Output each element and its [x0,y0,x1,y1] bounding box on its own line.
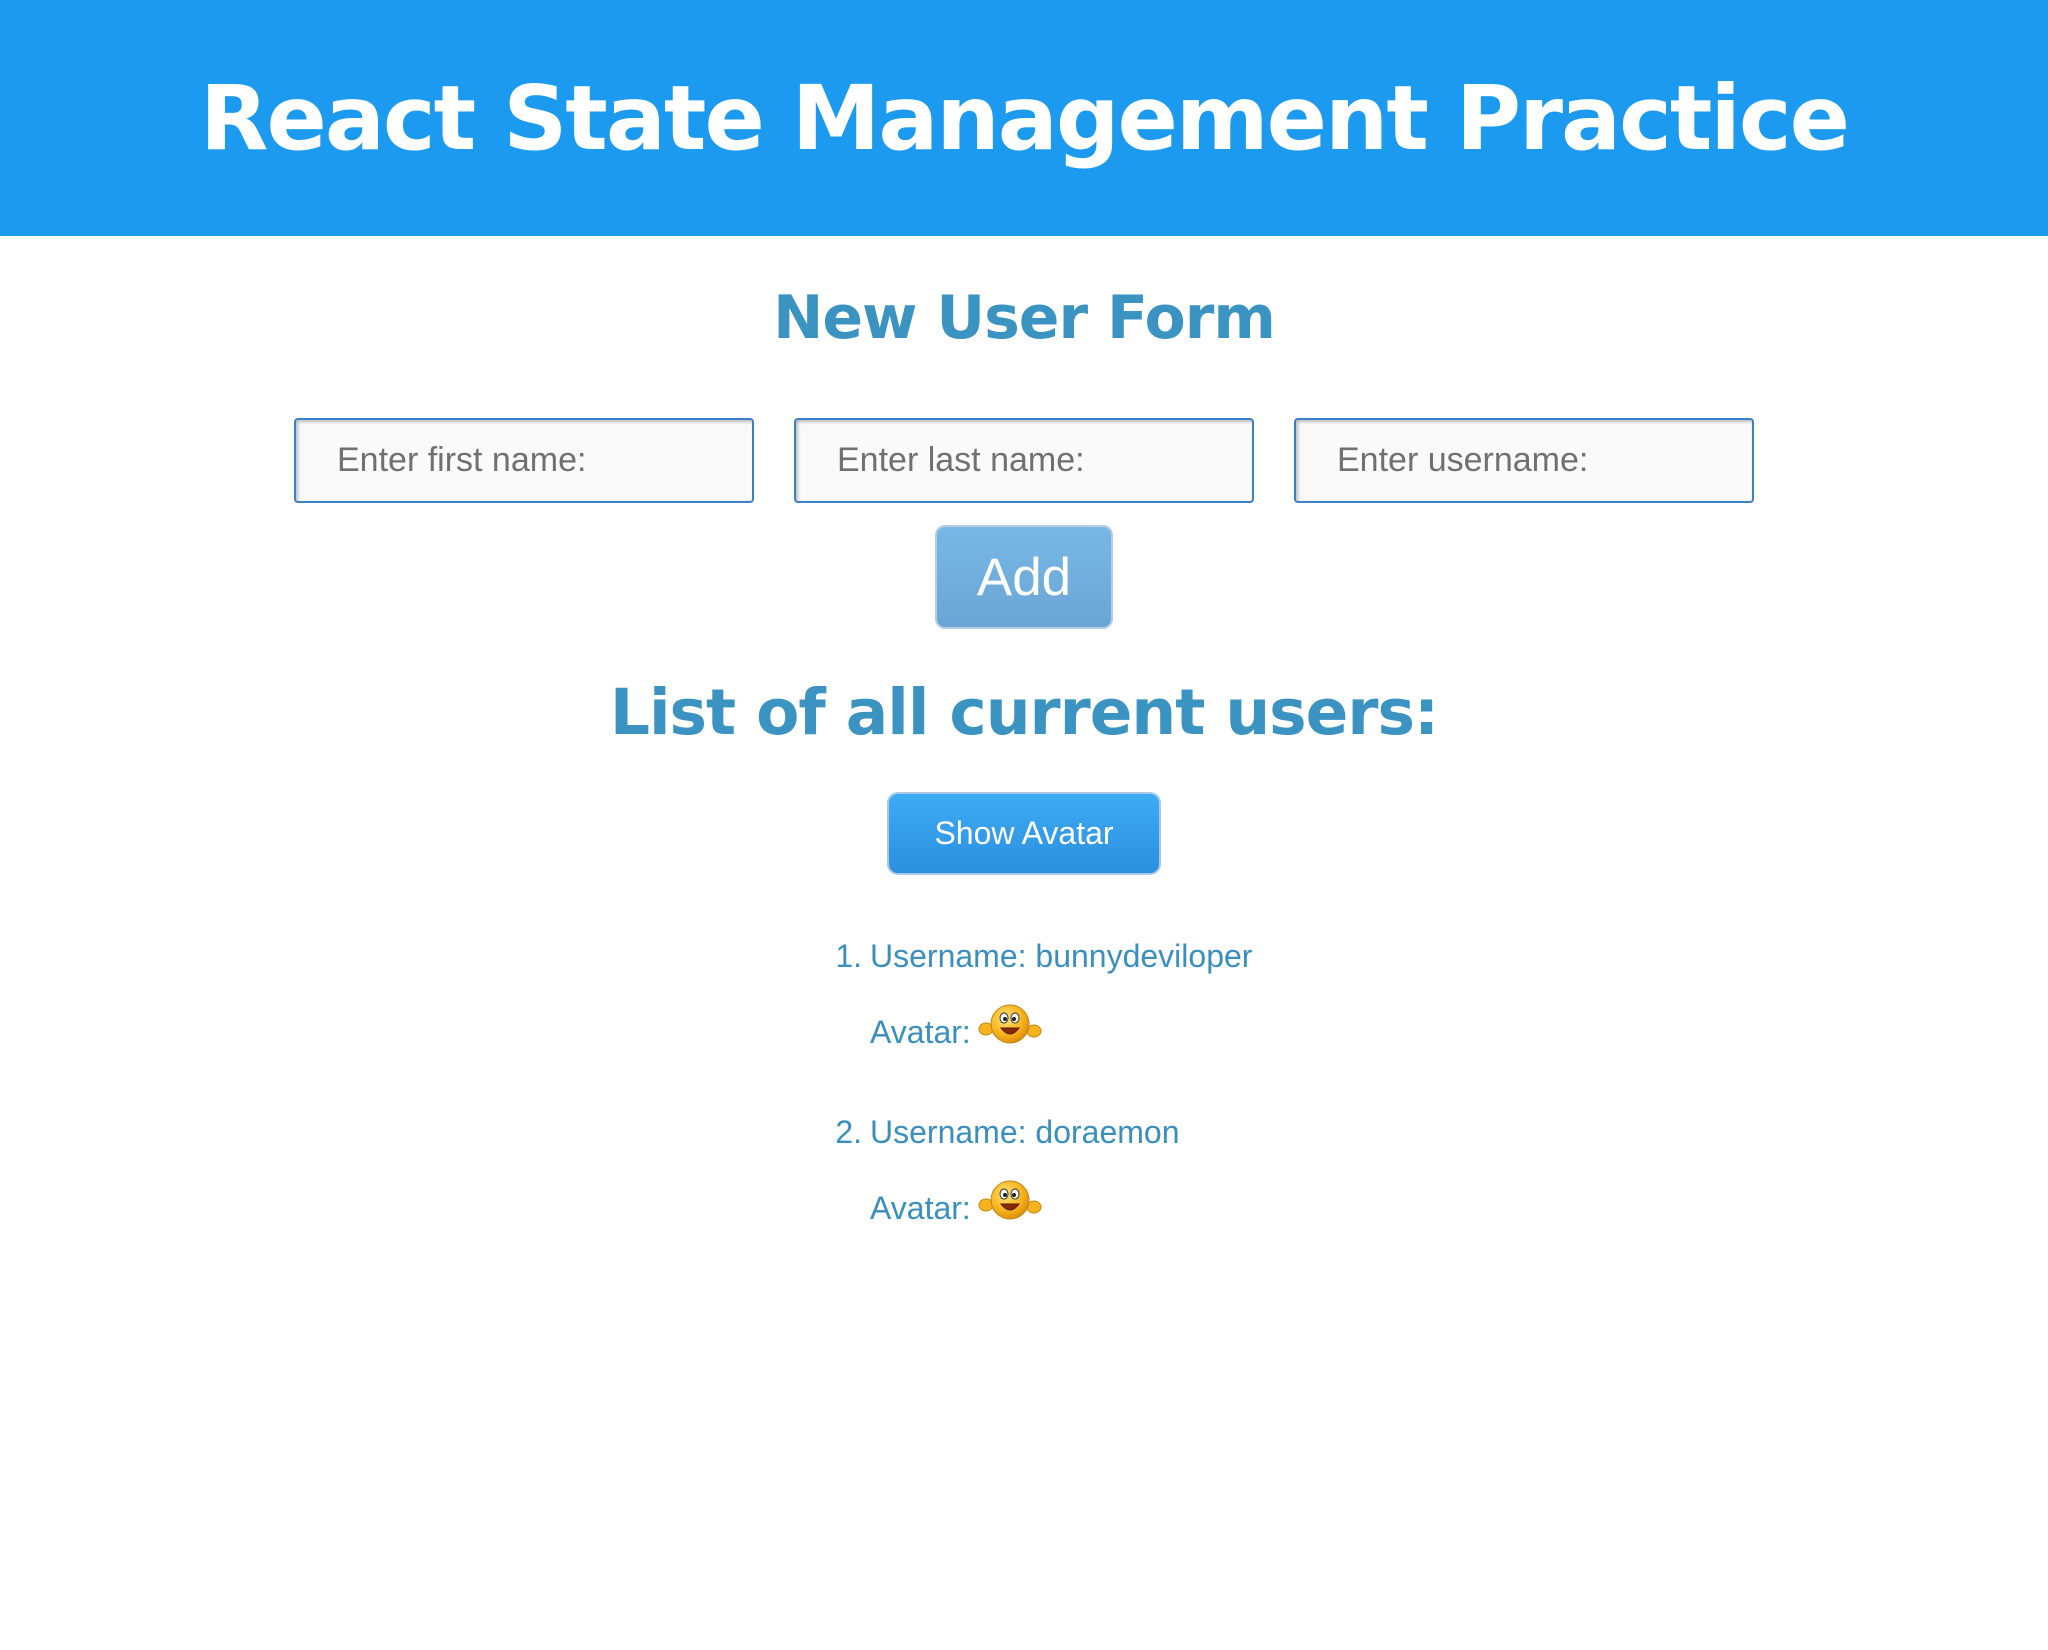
avatar-label: Avatar: [870,1190,971,1226]
user-list-heading: List of all current users: [609,676,1439,749]
username-label: Username: [870,938,1027,974]
list-item-number: 2. [835,1114,862,1150]
first-name-input[interactable] [294,418,754,503]
list-item-number: 1. [835,938,862,974]
user-list: 1. Username: bunnydeviloper Avatar: 2. U… [835,938,1252,1292]
page-title: React State Management Practice [199,65,1850,170]
username-line: Username: doraemon [870,1114,1179,1150]
waving-smiley-icon [977,1178,1043,1224]
list-item: 1. Username: bunnydeviloper Avatar: [835,938,1252,1116]
waving-smiley-icon [977,1002,1043,1048]
username-value: doraemon [1035,1114,1180,1150]
username-label: Username: [870,1114,1027,1150]
username-line: Username: bunnydeviloper [870,938,1252,974]
list-item: 2. Username: doraemon Avatar: [835,1114,1252,1292]
show-avatar-button[interactable]: Show Avatar [887,792,1161,875]
username-value: bunnydeviloper [1035,938,1253,974]
username-input[interactable] [1294,418,1754,503]
avatar-label: Avatar: [870,1014,971,1050]
last-name-input[interactable] [794,418,1254,503]
add-button[interactable]: Add [935,525,1113,629]
avatar-line: Avatar: [870,1180,1043,1226]
new-user-form-heading: New User Form [773,283,1276,353]
app-header: React State Management Practice [0,0,2048,236]
avatar-line: Avatar: [870,1004,1043,1050]
